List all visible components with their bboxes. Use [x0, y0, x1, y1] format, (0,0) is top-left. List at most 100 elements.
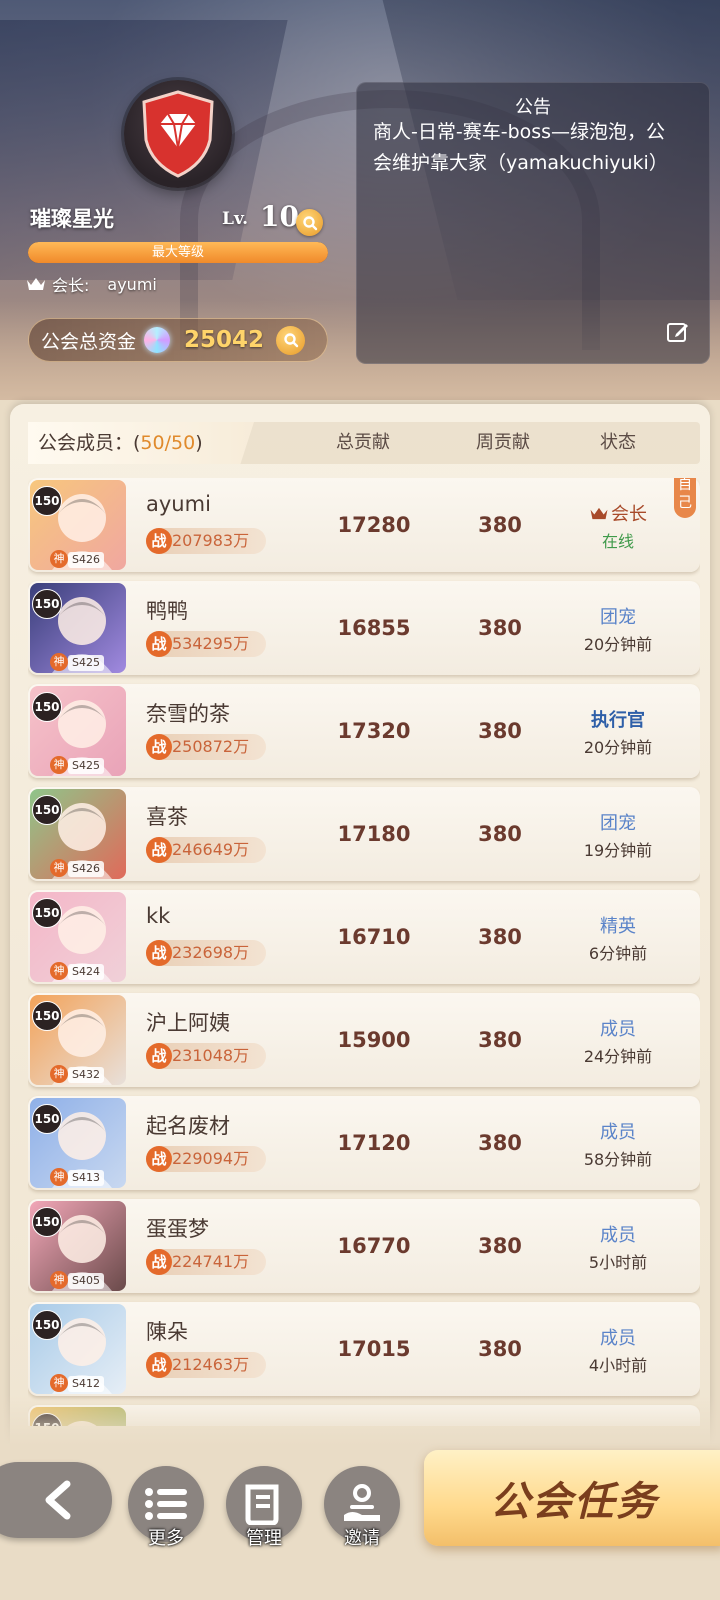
crown-icon	[590, 507, 608, 520]
member-status: 19分钟前	[583, 841, 653, 860]
member-power-value: 250872万	[172, 737, 250, 756]
guild-funds-label: 公会总资金	[41, 330, 137, 353]
member-status: 5小时前	[588, 1253, 648, 1272]
member-avatar[interactable]: 150 神 S413	[30, 1098, 126, 1188]
guild-leader-row: 会长: ayumi	[26, 272, 157, 296]
guild-task-button[interactable]: 公会任务	[424, 1450, 720, 1546]
member-name: 沪上阿姨	[146, 1011, 230, 1035]
guild-name: 璀璨星光	[30, 206, 114, 231]
member-level-badge: 150	[32, 795, 62, 825]
announcement-title: 公告	[515, 97, 551, 118]
guild-level: 10	[260, 200, 299, 233]
edit-icon[interactable]	[665, 319, 691, 345]
member-avatar[interactable]: 150 神 S425	[30, 686, 126, 776]
god-tag: 神	[50, 1065, 68, 1083]
god-tag: 神	[50, 653, 68, 671]
member-status: 在线	[601, 532, 634, 551]
crystal-gem-icon	[144, 327, 171, 353]
battle-power-icon: 战	[146, 837, 172, 863]
member-name: 奈雪的茶	[146, 702, 230, 726]
member-power: 战 212463万	[146, 1352, 266, 1378]
member-avatar[interactable]: 150 神 S412	[30, 1304, 126, 1394]
guild-funds: 公会总资金 25042	[28, 318, 328, 362]
member-avatar[interactable]: 150 神 S426	[30, 789, 126, 879]
member-weekly-contribution: 380	[478, 925, 522, 949]
back-button[interactable]	[0, 1462, 112, 1538]
member-server: S426	[68, 861, 104, 877]
member-power: 战 534295万	[146, 631, 266, 657]
member-weekly-contribution: 380	[478, 719, 522, 743]
member-level-badge: 150	[32, 1104, 62, 1134]
member-power-value: 224741万	[172, 1252, 250, 1271]
member-role-label: 精英	[600, 916, 636, 937]
member-total-contribution: 16710	[337, 925, 411, 949]
guild-leader-label: 会长:	[52, 276, 90, 295]
member-row[interactable]: 150 神 S425 鸭鸭战 534295万 16855 380 团宠 20分钟前	[28, 581, 700, 675]
member-name: 鸭鸭	[146, 599, 188, 623]
member-avatar[interactable]: 150 神 S426	[30, 480, 126, 570]
member-count-current: 50	[140, 432, 165, 454]
member-avatar[interactable]: 150 神 S432	[30, 995, 126, 1085]
member-name: 蛋蛋梦	[146, 1217, 209, 1241]
member-server: S426	[68, 552, 104, 568]
member-row[interactable]: 150 神 S405 蛋蛋梦战 224741万 16770 380 成员 5小时前	[28, 1199, 700, 1293]
member-row[interactable]: 150 神 S425 奈雪的茶战 250872万 17320 380 执行官 20分钟前	[28, 684, 700, 778]
column-weekly-contribution: 周贡献	[476, 432, 530, 453]
member-total-contribution: 17180	[337, 822, 411, 846]
member-weekly-contribution: 380	[478, 513, 522, 537]
member-level-badge: 150	[32, 898, 62, 928]
battle-power-icon: 战	[146, 734, 172, 760]
more-button-label: 更多	[148, 1528, 184, 1549]
member-power: 战 231048万	[146, 1043, 266, 1069]
god-tag: 神	[50, 1374, 68, 1392]
member-row[interactable]: 150 神 S412 陳朵战 212463万 17015 380 成员 4小时前	[28, 1302, 700, 1396]
list-icon	[145, 1488, 187, 1520]
battle-power-icon: 战	[146, 1043, 172, 1069]
member-row[interactable]: 150 神 S432 沪上阿姨战 231048万 15900 380 成员 24分钟前	[28, 993, 700, 1087]
member-name: 陳朵	[146, 1320, 188, 1344]
member-server: S425	[68, 655, 104, 671]
member-server: S425	[68, 758, 104, 774]
member-level-badge: 150	[32, 1310, 62, 1340]
member-row[interactable]: 150 神 S424 kk 战 232698万 16710 380 精英 6分钟前	[28, 890, 700, 984]
member-server: S405	[68, 1273, 104, 1289]
member-power: 战 232698万	[146, 940, 266, 966]
member-list-header: 公会成员：(50/50) 总贡献 周贡献 状态	[28, 422, 700, 464]
member-role: 执行官	[558, 706, 678, 732]
level-info-button[interactable]	[296, 209, 323, 236]
member-role: 成员	[558, 1221, 678, 1247]
member-role: 成员	[558, 1324, 678, 1350]
member-list[interactable]: 150 神 S426 ayumi 战 207983万 17280 380 会长 在线 自己 150 神 S…	[28, 478, 700, 1426]
guild-emblem[interactable]	[124, 80, 232, 188]
member-power-value: 231048万	[172, 1046, 250, 1065]
member-name: 喜茶	[146, 805, 188, 829]
battle-power-icon: 战	[146, 528, 172, 554]
invite-button-label: 邀请	[344, 1528, 380, 1549]
member-row[interactable]: 150 神 S426 ayumi 战 207983万 17280 380 会长 在线 自己	[28, 478, 700, 572]
member-avatar[interactable]: 150 神 S424	[30, 892, 126, 982]
member-role-label: 执行官	[591, 710, 645, 731]
member-status: 6分钟前	[588, 944, 648, 963]
member-server: S413	[68, 1170, 104, 1186]
member-row[interactable]: 150 神 S413 起名废材战 229094万 17120 380 成员 58分钟前	[28, 1096, 700, 1190]
member-power: 战 224741万	[146, 1249, 266, 1275]
member-row[interactable]: 150 神 S426 喜茶战 246649万 17180 380 团宠 19分钟前	[28, 787, 700, 881]
member-role-label: 成员	[600, 1122, 636, 1143]
column-status: 状态	[600, 432, 636, 453]
guild-announcement: 公告 商人-日常-赛车-boss—绿泡泡，公会维护靠大家（yamakuchiyu…	[356, 82, 710, 364]
member-status: 4小时前	[588, 1356, 648, 1375]
member-status: 20分钟前	[583, 635, 653, 654]
member-role-label: 团宠	[600, 607, 636, 628]
self-tag: 自己	[674, 478, 696, 518]
member-power-value: 534295万	[172, 634, 250, 653]
member-avatar[interactable]: 150 神 S425	[30, 583, 126, 673]
back-arrow-icon	[45, 1480, 71, 1520]
member-power: 战 229094万	[146, 1146, 266, 1172]
member-total-contribution: 17015	[337, 1337, 411, 1361]
member-server: S424	[68, 964, 104, 980]
member-avatar[interactable]: 150 神 S405	[30, 1201, 126, 1291]
member-count-max: 50	[171, 432, 196, 454]
magnifier-icon	[302, 215, 317, 230]
battle-power-icon: 战	[146, 1249, 172, 1275]
funds-info-button[interactable]	[276, 325, 306, 355]
